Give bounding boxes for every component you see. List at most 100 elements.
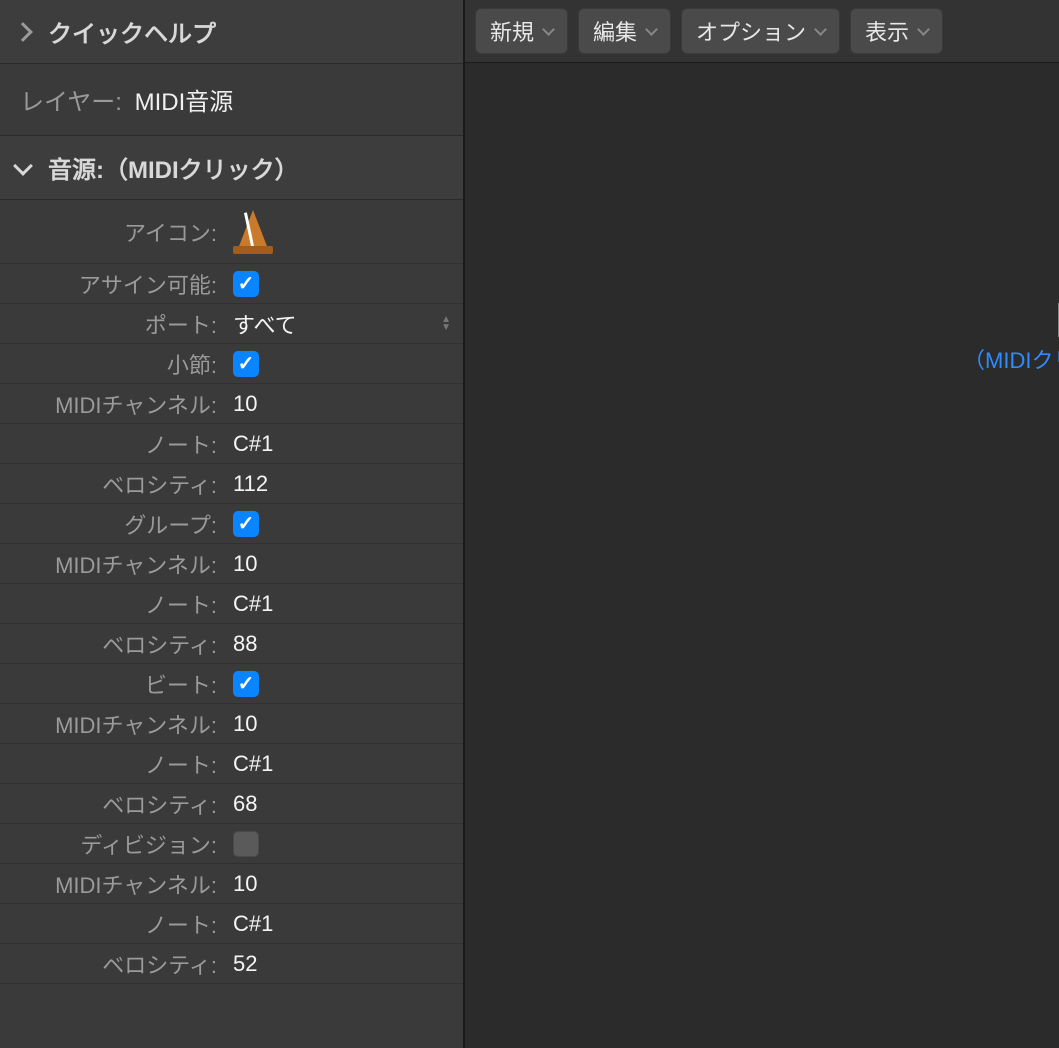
quick-help-header[interactable]: クイックヘルプ xyxy=(0,0,463,64)
edit-menu-button[interactable]: 編集 xyxy=(578,8,671,54)
property-label: ディビジョン: xyxy=(0,828,225,860)
value-text[interactable]: 10 xyxy=(233,871,257,896)
property-value[interactable]: 88 xyxy=(225,631,463,657)
value-text[interactable]: 10 xyxy=(233,391,257,416)
property-row: アサイン可能:✓ xyxy=(0,264,463,304)
property-label: アイコン: xyxy=(0,216,225,248)
property-label: MIDIチャンネル: xyxy=(0,708,225,740)
property-value[interactable]: 10 xyxy=(225,871,463,897)
checkmark-icon: ✓ xyxy=(238,674,255,694)
property-label: MIDIチャンネル: xyxy=(0,548,225,580)
metronome-icon[interactable] xyxy=(233,204,273,254)
property-row: アイコン: xyxy=(0,200,463,264)
chevron-down-icon xyxy=(814,23,827,36)
property-label: 小節: xyxy=(0,348,225,380)
value-text[interactable]: 88 xyxy=(233,631,257,656)
new-label: 新規 xyxy=(490,15,534,47)
checkbox[interactable]: ✓ xyxy=(233,671,259,697)
property-label: ベロシティ: xyxy=(0,948,225,980)
toolbar: 新規 編集 オプション 表示 xyxy=(465,0,1059,63)
chevron-right-icon xyxy=(13,22,33,42)
property-value[interactable] xyxy=(225,831,463,857)
value-text[interactable]: C#1 xyxy=(233,911,273,936)
property-value[interactable]: C#1 xyxy=(225,911,463,937)
select-value[interactable]: すべて xyxy=(233,313,297,338)
node-label: （MIDIクリック） xyxy=(963,343,1059,375)
value-text[interactable]: 10 xyxy=(233,711,257,736)
property-value[interactable]: C#1 xyxy=(225,591,463,617)
property-row: ディビジョン: xyxy=(0,824,463,864)
property-row: ポート: ▲▼ すべて xyxy=(0,304,463,344)
inspector-panel: クイックヘルプ レイヤー: MIDI音源 音源: （MIDIクリック） アイコン… xyxy=(0,0,465,1048)
value-text[interactable]: 112 xyxy=(233,471,268,496)
property-row: ベロシティ: 88 xyxy=(0,624,463,664)
property-value[interactable]: 10 xyxy=(225,551,463,577)
value-text[interactable]: C#1 xyxy=(233,591,273,616)
property-row: ノート:C#1 xyxy=(0,744,463,784)
value-text[interactable]: C#1 xyxy=(233,751,273,776)
property-label: ビート: xyxy=(0,668,225,700)
instrument-header[interactable]: 音源: （MIDIクリック） xyxy=(0,136,463,200)
checkbox[interactable]: ✓ xyxy=(233,271,259,297)
property-label: ノート: xyxy=(0,908,225,940)
layer-value: MIDI音源 xyxy=(135,89,234,116)
property-label: ベロシティ: xyxy=(0,788,225,820)
environment-panel: 新規 編集 オプション 表示 xyxy=(465,0,1059,1048)
edit-label: 編集 xyxy=(593,15,637,47)
new-menu-button[interactable]: 新規 xyxy=(475,8,568,54)
property-row: ビート: ✓ xyxy=(0,664,463,704)
property-label: グループ: xyxy=(0,508,225,540)
property-value[interactable]: 112 xyxy=(225,471,463,497)
property-value[interactable]: 68 xyxy=(225,791,463,817)
property-label: ベロシティ: xyxy=(0,628,225,660)
property-value[interactable]: ✓ xyxy=(225,271,463,297)
chevron-down-icon xyxy=(542,23,555,36)
checkmark-icon: ✓ xyxy=(238,354,255,374)
quick-help-title: クイックヘルプ xyxy=(48,14,216,49)
checkbox[interactable]: ✓ xyxy=(233,511,259,537)
property-value[interactable]: 52 xyxy=(225,951,463,977)
property-value[interactable]: 10 xyxy=(225,711,463,737)
instrument-label: 音源: xyxy=(48,150,104,185)
stepper-icon[interactable]: ▲▼ xyxy=(441,316,451,332)
value-text[interactable]: C#1 xyxy=(233,431,273,456)
options-menu-button[interactable]: オプション xyxy=(681,8,840,54)
property-row: MIDIチャンネル: 10 xyxy=(0,544,463,584)
checkbox[interactable] xyxy=(233,831,259,857)
value-text[interactable]: 52 xyxy=(233,951,257,976)
property-label: MIDIチャンネル: xyxy=(0,388,225,420)
property-value[interactable]: ✓ xyxy=(225,511,463,537)
value-text[interactable]: 10 xyxy=(233,551,257,576)
property-value[interactable] xyxy=(225,204,463,260)
options-label: オプション xyxy=(696,15,806,47)
environment-canvas[interactable]: （MIDIクリック） xyxy=(465,63,1059,1048)
property-value[interactable]: ✓ xyxy=(225,671,463,697)
checkmark-icon: ✓ xyxy=(238,274,255,294)
midi-click-node[interactable]: （MIDIクリック） xyxy=(1025,303,1059,375)
view-menu-button[interactable]: 表示 xyxy=(850,8,943,54)
layer-row: レイヤー: MIDI音源 xyxy=(0,64,463,136)
property-row: グループ: ✓ xyxy=(0,504,463,544)
property-value[interactable]: すべて xyxy=(225,308,463,340)
property-row: 小節: ✓ xyxy=(0,344,463,384)
property-label: ポート: xyxy=(0,308,225,340)
property-value[interactable]: C#1 xyxy=(225,751,463,777)
property-label: MIDIチャンネル: xyxy=(0,868,225,900)
chevron-down-icon xyxy=(917,23,930,36)
checkbox[interactable]: ✓ xyxy=(233,351,259,377)
property-row: ノート: C#1 xyxy=(0,424,463,464)
property-label: ノート: xyxy=(0,428,225,460)
chevron-down-icon xyxy=(13,156,33,176)
value-text[interactable]: 68 xyxy=(233,791,257,816)
property-row: ノート: C#1 xyxy=(0,904,463,944)
checkmark-icon: ✓ xyxy=(238,514,255,534)
property-label: ベロシティ: xyxy=(0,468,225,500)
property-row: MIDIチャンネル: 10 xyxy=(0,864,463,904)
layer-label: レイヤー: xyxy=(20,89,122,116)
property-value[interactable]: ✓ xyxy=(225,351,463,377)
property-value[interactable]: 10 xyxy=(225,391,463,417)
property-row: ベロシティ: 68 xyxy=(0,784,463,824)
property-row: MIDIチャンネル: 10 xyxy=(0,384,463,424)
property-value[interactable]: C#1 xyxy=(225,431,463,457)
chevron-down-icon xyxy=(645,23,658,36)
